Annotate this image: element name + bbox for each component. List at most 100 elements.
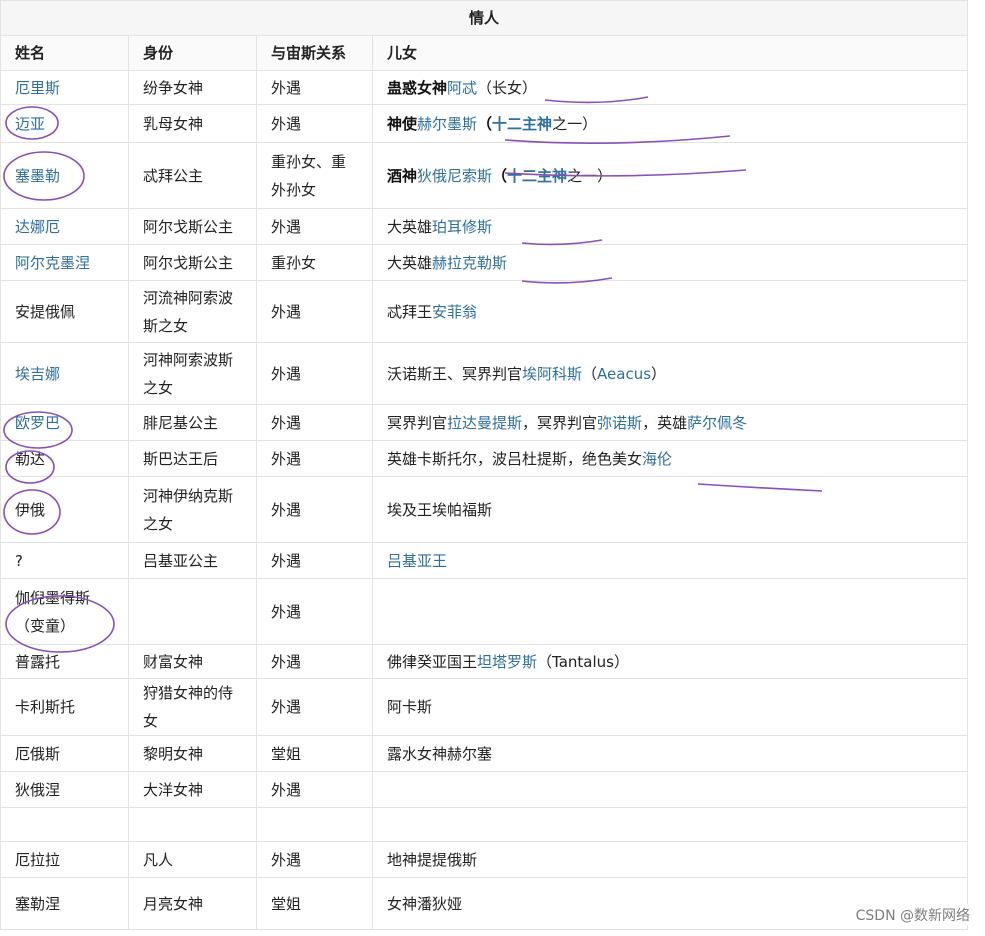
cell-relation: 外遇 [256, 440, 373, 477]
cell-name: 埃吉娜 [0, 342, 129, 405]
cell-children: 沃诺斯王、冥界判官埃阿科斯（Aeacus） [372, 342, 968, 405]
table-row: 卡利斯托 狩猎女神的侍女 外遇 阿卡斯 [0, 678, 968, 736]
cell-children: 露水女神赫尔塞 [372, 735, 968, 772]
cell-name: 阿尔克墨涅 [0, 244, 129, 281]
cell-children: 酒神狄俄尼索斯（十二主神之一） [372, 142, 968, 209]
child-link[interactable]: 十二主神 [492, 115, 552, 133]
spacer-row [0, 807, 968, 842]
table-row: 勒达 斯巴达王后 外遇 英雄卡斯托尔，波吕杜提斯，绝色美女海伦 [0, 440, 968, 477]
child-text: 英雄卡斯托尔，波吕杜提斯，绝色美女 [387, 449, 643, 468]
cell-name: 厄拉拉 [0, 841, 129, 878]
cell-children: 吕基亚王 [372, 542, 968, 579]
child-text: 酒神 [387, 166, 418, 185]
child-text: 之一） [567, 166, 613, 185]
cell-children: 冥界判官拉达曼提斯，冥界判官弥诺斯，英雄萨尔佩冬 [372, 404, 968, 441]
cell-relation: 外遇 [256, 70, 373, 105]
child-text: ） [651, 364, 667, 383]
cell-name: 迈亚 [0, 104, 129, 143]
cell-name: 卡利斯托 [0, 678, 129, 736]
cell-name: 勒达 [0, 440, 129, 477]
cell-children: 阿卡斯 [372, 678, 968, 736]
cell-identity: 狩猎女神的侍女 [128, 678, 257, 736]
child-link[interactable]: 埃阿科斯 [522, 365, 582, 383]
cell-identity: 纷争女神 [128, 70, 257, 105]
table-row: 埃吉娜 河神阿索波斯之女 外遇 沃诺斯王、冥界判官埃阿科斯（Aeacus） [0, 342, 968, 405]
header-relation: 与宙斯关系 [256, 35, 373, 71]
cell-name: 欧罗巴 [0, 404, 129, 441]
child-text: （长女） [477, 78, 538, 97]
cell-name: 伊俄 [0, 476, 129, 543]
child-link[interactable]: 狄俄尼索斯 [417, 167, 492, 185]
cell-children: 地神提提俄斯 [372, 841, 968, 878]
cell-relation: 外遇 [256, 476, 373, 543]
cell-relation: 外遇 [256, 644, 373, 679]
cell-identity: 大洋女神 [128, 771, 257, 808]
child-link[interactable]: 赫拉克勒斯 [432, 254, 507, 272]
child-link[interactable]: 珀耳修斯 [432, 218, 492, 236]
child-link[interactable]: 拉达曼提斯 [447, 414, 522, 432]
child-text: 冥界判官 [387, 413, 448, 432]
child-link[interactable]: 赫尔墨斯 [417, 115, 477, 133]
table-row: 迈亚 乳母女神 外遇 神使赫尔墨斯（十二主神之一） [0, 104, 968, 143]
child-link[interactable]: 王 [432, 552, 447, 570]
empty-cell [372, 807, 968, 842]
cell-name: 安提俄佩 [0, 280, 129, 343]
table-row: 欧罗巴 腓尼基公主 外遇 冥界判官拉达曼提斯，冥界判官弥诺斯，英雄萨尔佩冬 [0, 404, 968, 441]
child-link[interactable]: 吕基亚 [387, 552, 432, 570]
cell-name: 伽倪墨得斯（变童） [0, 578, 129, 645]
child-text: （ [492, 166, 508, 185]
child-link[interactable]: 海伦 [642, 450, 672, 468]
empty-cell [0, 807, 129, 842]
table-row: 阿尔克墨涅 阿尔戈斯公主 重孙女 大英雄赫拉克勒斯 [0, 244, 968, 281]
lovers-table: 情人 姓名 身份 与宙斯关系 儿女 厄里斯 纷争女神 外遇 蛊惑女神阿忒（长女） 迈亚乳… [0, 0, 968, 930]
child-text: 埃及王埃帕福斯 [387, 500, 493, 519]
cell-children: 大英雄珀耳修斯 [372, 208, 968, 245]
table-row: 厄拉拉 凡人 外遇 地神提提俄斯 [0, 841, 968, 878]
child-text: 大英雄 [387, 217, 433, 236]
cell-relation: 外遇 [256, 404, 373, 441]
child-text: （ [582, 364, 598, 383]
cell-identity: 月亮女神 [128, 877, 257, 930]
cell-identity: 腓尼基公主 [128, 404, 257, 441]
table-title: 情人 [0, 0, 968, 36]
cell-children: 神使赫尔墨斯（十二主神之一） [372, 104, 968, 143]
child-link[interactable]: 萨尔佩冬 [687, 414, 747, 432]
cell-name: 普露托 [0, 644, 129, 679]
child-text: （ [477, 114, 493, 133]
child-text: 女神潘狄娅 [387, 894, 463, 913]
child-link[interactable]: 十二主神 [507, 167, 567, 185]
cell-name: ? [0, 542, 129, 579]
table-row: 伽倪墨得斯（变童） 外遇 [0, 578, 968, 645]
cell-identity: 河神伊纳克斯之女 [128, 476, 257, 543]
cell-relation: 重孙女、重外孙女 [256, 142, 373, 209]
header-identity: 身份 [128, 35, 257, 71]
table-row: 狄俄涅 大洋女神 外遇 [0, 771, 968, 808]
table-row: 伊俄 河神伊纳克斯之女 外遇 埃及王埃帕福斯 [0, 476, 968, 543]
table-row: 安提俄佩 河流神阿索波斯之女 外遇 忒拜王安菲翁 [0, 280, 968, 343]
child-text: 地神提提俄斯 [387, 850, 478, 869]
cell-identity: 忒拜公主 [128, 142, 257, 209]
cell-name: 达娜厄 [0, 208, 129, 245]
child-link[interactable]: 阿忒 [447, 79, 477, 97]
empty-cell [256, 807, 373, 842]
cell-children: 大英雄赫拉克勒斯 [372, 244, 968, 281]
cell-relation: 外遇 [256, 104, 373, 143]
cell-relation: 外遇 [256, 280, 373, 343]
cell-relation: 外遇 [256, 771, 373, 808]
table-row: 塞墨勒 忒拜公主 重孙女、重外孙女 酒神狄俄尼索斯（十二主神之一） [0, 142, 968, 209]
cell-children: 英雄卡斯托尔，波吕杜提斯，绝色美女海伦 [372, 440, 968, 477]
child-text: 神使 [387, 114, 418, 133]
child-link[interactable]: 安菲翁 [432, 303, 477, 321]
child-text: 佛律癸亚国王 [387, 652, 478, 671]
cell-relation: 外遇 [256, 678, 373, 736]
child-link[interactable]: 坦塔罗斯 [477, 653, 537, 671]
child-text: 忒拜王 [387, 302, 433, 321]
watermark: CSDN @数新网络 [852, 904, 973, 926]
empty-cell [128, 807, 257, 842]
child-link[interactable]: 弥诺斯 [597, 414, 642, 432]
child-text: ，英雄 [642, 413, 688, 432]
cell-relation: 外遇 [256, 208, 373, 245]
table-row: ? 吕基亚公主 外遇 吕基亚王 [0, 542, 968, 579]
child-link[interactable]: Aeacus [597, 365, 651, 383]
cell-relation: 外遇 [256, 542, 373, 579]
